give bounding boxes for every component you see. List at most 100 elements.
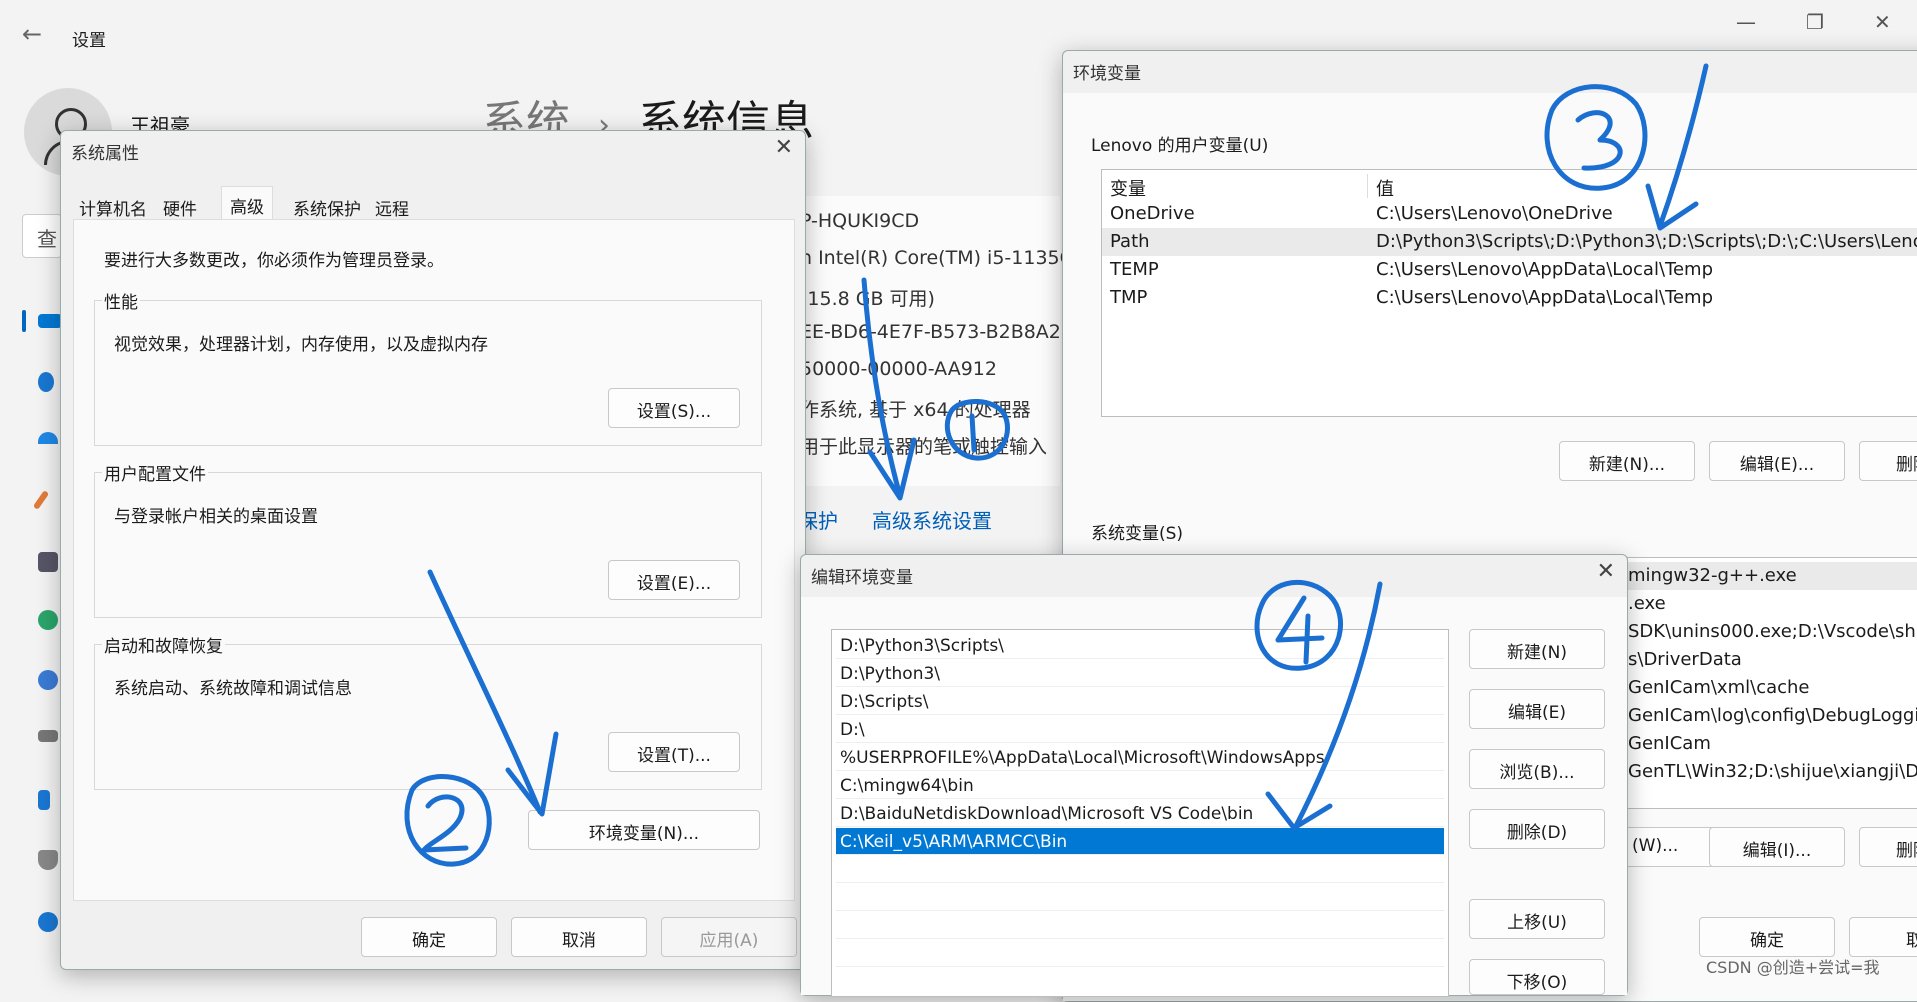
minimize-icon[interactable]: — [1736,10,1756,34]
path-entries-list[interactable]: D:\Python3\Scripts\ D:\Python3\ D:\Scrip… [831,629,1449,997]
var-value: mingw32-g++.exe [1628,565,1797,586]
user-delete-button[interactable]: 删除 [1859,441,1917,481]
environment-variables-button[interactable]: 环境变量(N)... [528,810,760,850]
system-delete-button[interactable]: 删除 [1859,827,1917,867]
table-row[interactable]: GenICam\log\config\DebugLoggi [1624,702,1917,730]
apply-button[interactable]: 应用(A) [661,917,797,957]
tab-system-protection[interactable]: 系统保护 [285,189,369,220]
table-row[interactable]: SDK\unins000.exe;D:\Vscode\shijue [1624,618,1917,646]
startup-recovery-desc: 系统启动、系统故障和调试信息 [114,679,352,699]
performance-settings-button[interactable]: 设置(S)... [608,388,740,428]
back-arrow-icon[interactable]: ← [22,20,42,48]
user-profiles-label: 用户配置文件 [102,460,208,485]
list-item[interactable]: %USERPROFILE%\AppData\Local\Microsoft\Wi… [836,744,1444,771]
var-value: D:\Python3\Scripts\;D:\Python3\;D:\Scrip… [1376,231,1917,252]
system-variables-list[interactable]: mingw32-g++.exe .exe SDK\unins000.exe;D:… [1623,557,1917,809]
cancel-button[interactable]: 取 [1849,917,1917,957]
user-profiles-settings-button[interactable]: 设置(E)... [608,560,740,600]
table-row[interactable]: TEMP C:\Users\Lenovo\AppData\Local\Temp [1102,256,1917,284]
tab-remote[interactable]: 远程 [367,189,417,220]
accounts-icon[interactable] [38,610,58,630]
table-row[interactable]: TMP C:\Users\Lenovo\AppData\Local\Temp [1102,284,1917,312]
empty-row[interactable] [836,912,1444,939]
table-row[interactable]: s\DriverData [1624,646,1917,674]
edit-button[interactable]: 编辑(E) [1469,689,1605,729]
list-item-selected[interactable]: C:\Keil_v5\ARM\ARMCC\Bin [836,828,1444,855]
var-name: TEMP [1110,259,1159,280]
column-header-variable[interactable]: 变量 [1110,175,1146,201]
system-variables-label: 系统变量(S) [1091,524,1184,544]
tab-hardware[interactable]: 硬件 [155,189,205,220]
spec-product-id: 50000-00000-AA912 [800,358,997,380]
bluetooth-icon[interactable] [38,372,54,392]
var-value: GenTL\Win32;D:\shijue\xiangji\DS [1628,761,1917,782]
search-input[interactable]: 查 [22,214,62,258]
browse-button[interactable]: 浏览(B)... [1469,749,1605,789]
spec-ram: (15.8 GB 可用) [800,288,935,310]
startup-recovery-settings-button[interactable]: 设置(T)... [608,732,740,772]
time-language-icon[interactable] [38,670,58,690]
user-variables-list[interactable]: 变量 值 OneDrive C:\Users\Lenovo\OneDrive Pa… [1101,169,1917,417]
var-value: GenICam\log\config\DebugLoggi [1628,705,1917,726]
column-header-value[interactable]: 值 [1376,175,1394,201]
table-row[interactable]: GenTL\Win32;D:\shijue\xiangji\DS [1624,758,1917,786]
table-row[interactable]: GenICam [1624,730,1917,758]
user-edit-button[interactable]: 编辑(E)... [1709,441,1845,481]
delete-button[interactable]: 删除(D) [1469,809,1605,849]
system-properties-dialog: 系统属性 ✕ 计算机名 硬件 高级 系统保护 远程 要进行大多数更改，你必须作为… [60,130,806,970]
move-down-button[interactable]: 下移(O) [1469,959,1605,995]
list-item[interactable]: D:\BaiduNetdiskDownload\Microsoft VS Cod… [836,800,1444,827]
privacy-security-icon[interactable] [38,850,58,870]
accessibility-icon[interactable] [38,790,50,810]
windows-update-icon[interactable] [38,912,58,932]
list-item[interactable]: C:\mingw64\bin [836,772,1444,799]
table-row[interactable]: OneDrive C:\Users\Lenovo\OneDrive [1102,200,1917,228]
spec-processor: n Intel(R) Core(TM) i5-1135G [800,247,1075,269]
move-up-button[interactable]: 上移(U) [1469,899,1605,939]
close-icon[interactable]: ✕ [775,135,793,160]
user-new-button[interactable]: 新建(N)... [1559,441,1695,481]
empty-row[interactable] [836,856,1444,883]
var-value: C:\Users\Lenovo\AppData\Local\Temp [1376,287,1713,308]
system-icon[interactable] [38,314,62,328]
gaming-icon[interactable] [38,730,58,742]
table-row-selected[interactable]: Path D:\Python3\Scripts\;D:\Python3\;D:\S… [1102,228,1917,256]
system-edit-button[interactable]: 编辑(I)... [1709,827,1845,867]
var-value: GenICam\xml\cache [1628,677,1810,698]
network-icon[interactable] [38,432,58,444]
list-item[interactable]: D:\Scripts\ [836,688,1444,715]
advanced-system-settings-link[interactable]: 高级系统设置 [872,505,992,534]
performance-desc: 视觉效果，处理器计划，内存使用，以及虚拟内存 [114,335,488,355]
user-profiles-desc: 与登录帐户相关的桌面设置 [114,507,318,527]
list-item[interactable]: D:\Python3\Scripts\ [836,632,1444,659]
cancel-button[interactable]: 取消 [511,917,647,957]
table-row[interactable]: GenICam\xml\cache [1624,674,1917,702]
empty-row[interactable] [836,884,1444,911]
list-header: 变量 值 [1102,172,1917,200]
var-name: OneDrive [1110,203,1195,224]
var-value: C:\Users\Lenovo\OneDrive [1376,203,1613,224]
var-value: .exe [1628,593,1666,614]
list-item[interactable]: D:\Python3\ [836,660,1444,687]
personalization-icon[interactable] [32,490,50,510]
var-value: SDK\unins000.exe;D:\Vscode\shijue [1628,621,1917,642]
tab-advanced[interactable]: 高级 [221,186,273,220]
startup-recovery-label: 启动和故障恢复 [102,632,225,657]
close-icon[interactable]: ✕ [1597,559,1615,584]
maximize-icon[interactable]: ❐ [1806,10,1824,34]
table-row[interactable]: .exe [1624,590,1917,618]
spec-pen-touch: 用于此显示器的笔或触控输入 [800,436,1048,458]
empty-row[interactable] [836,940,1444,967]
dialog-title: 编辑环境变量 [811,568,913,588]
var-name: TMP [1110,287,1148,308]
performance-label: 性能 [102,288,140,313]
list-item[interactable]: D:\ [836,716,1444,743]
var-value: GenICam [1628,733,1711,754]
ok-button[interactable]: 确定 [361,917,497,957]
apps-icon[interactable] [38,552,58,572]
tab-computer-name[interactable]: 计算机名 [71,189,155,220]
table-row[interactable]: mingw32-g++.exe [1624,562,1917,590]
ok-button[interactable]: 确定 [1699,917,1835,957]
new-button[interactable]: 新建(N) [1469,629,1605,669]
close-icon[interactable]: ✕ [1874,10,1891,34]
